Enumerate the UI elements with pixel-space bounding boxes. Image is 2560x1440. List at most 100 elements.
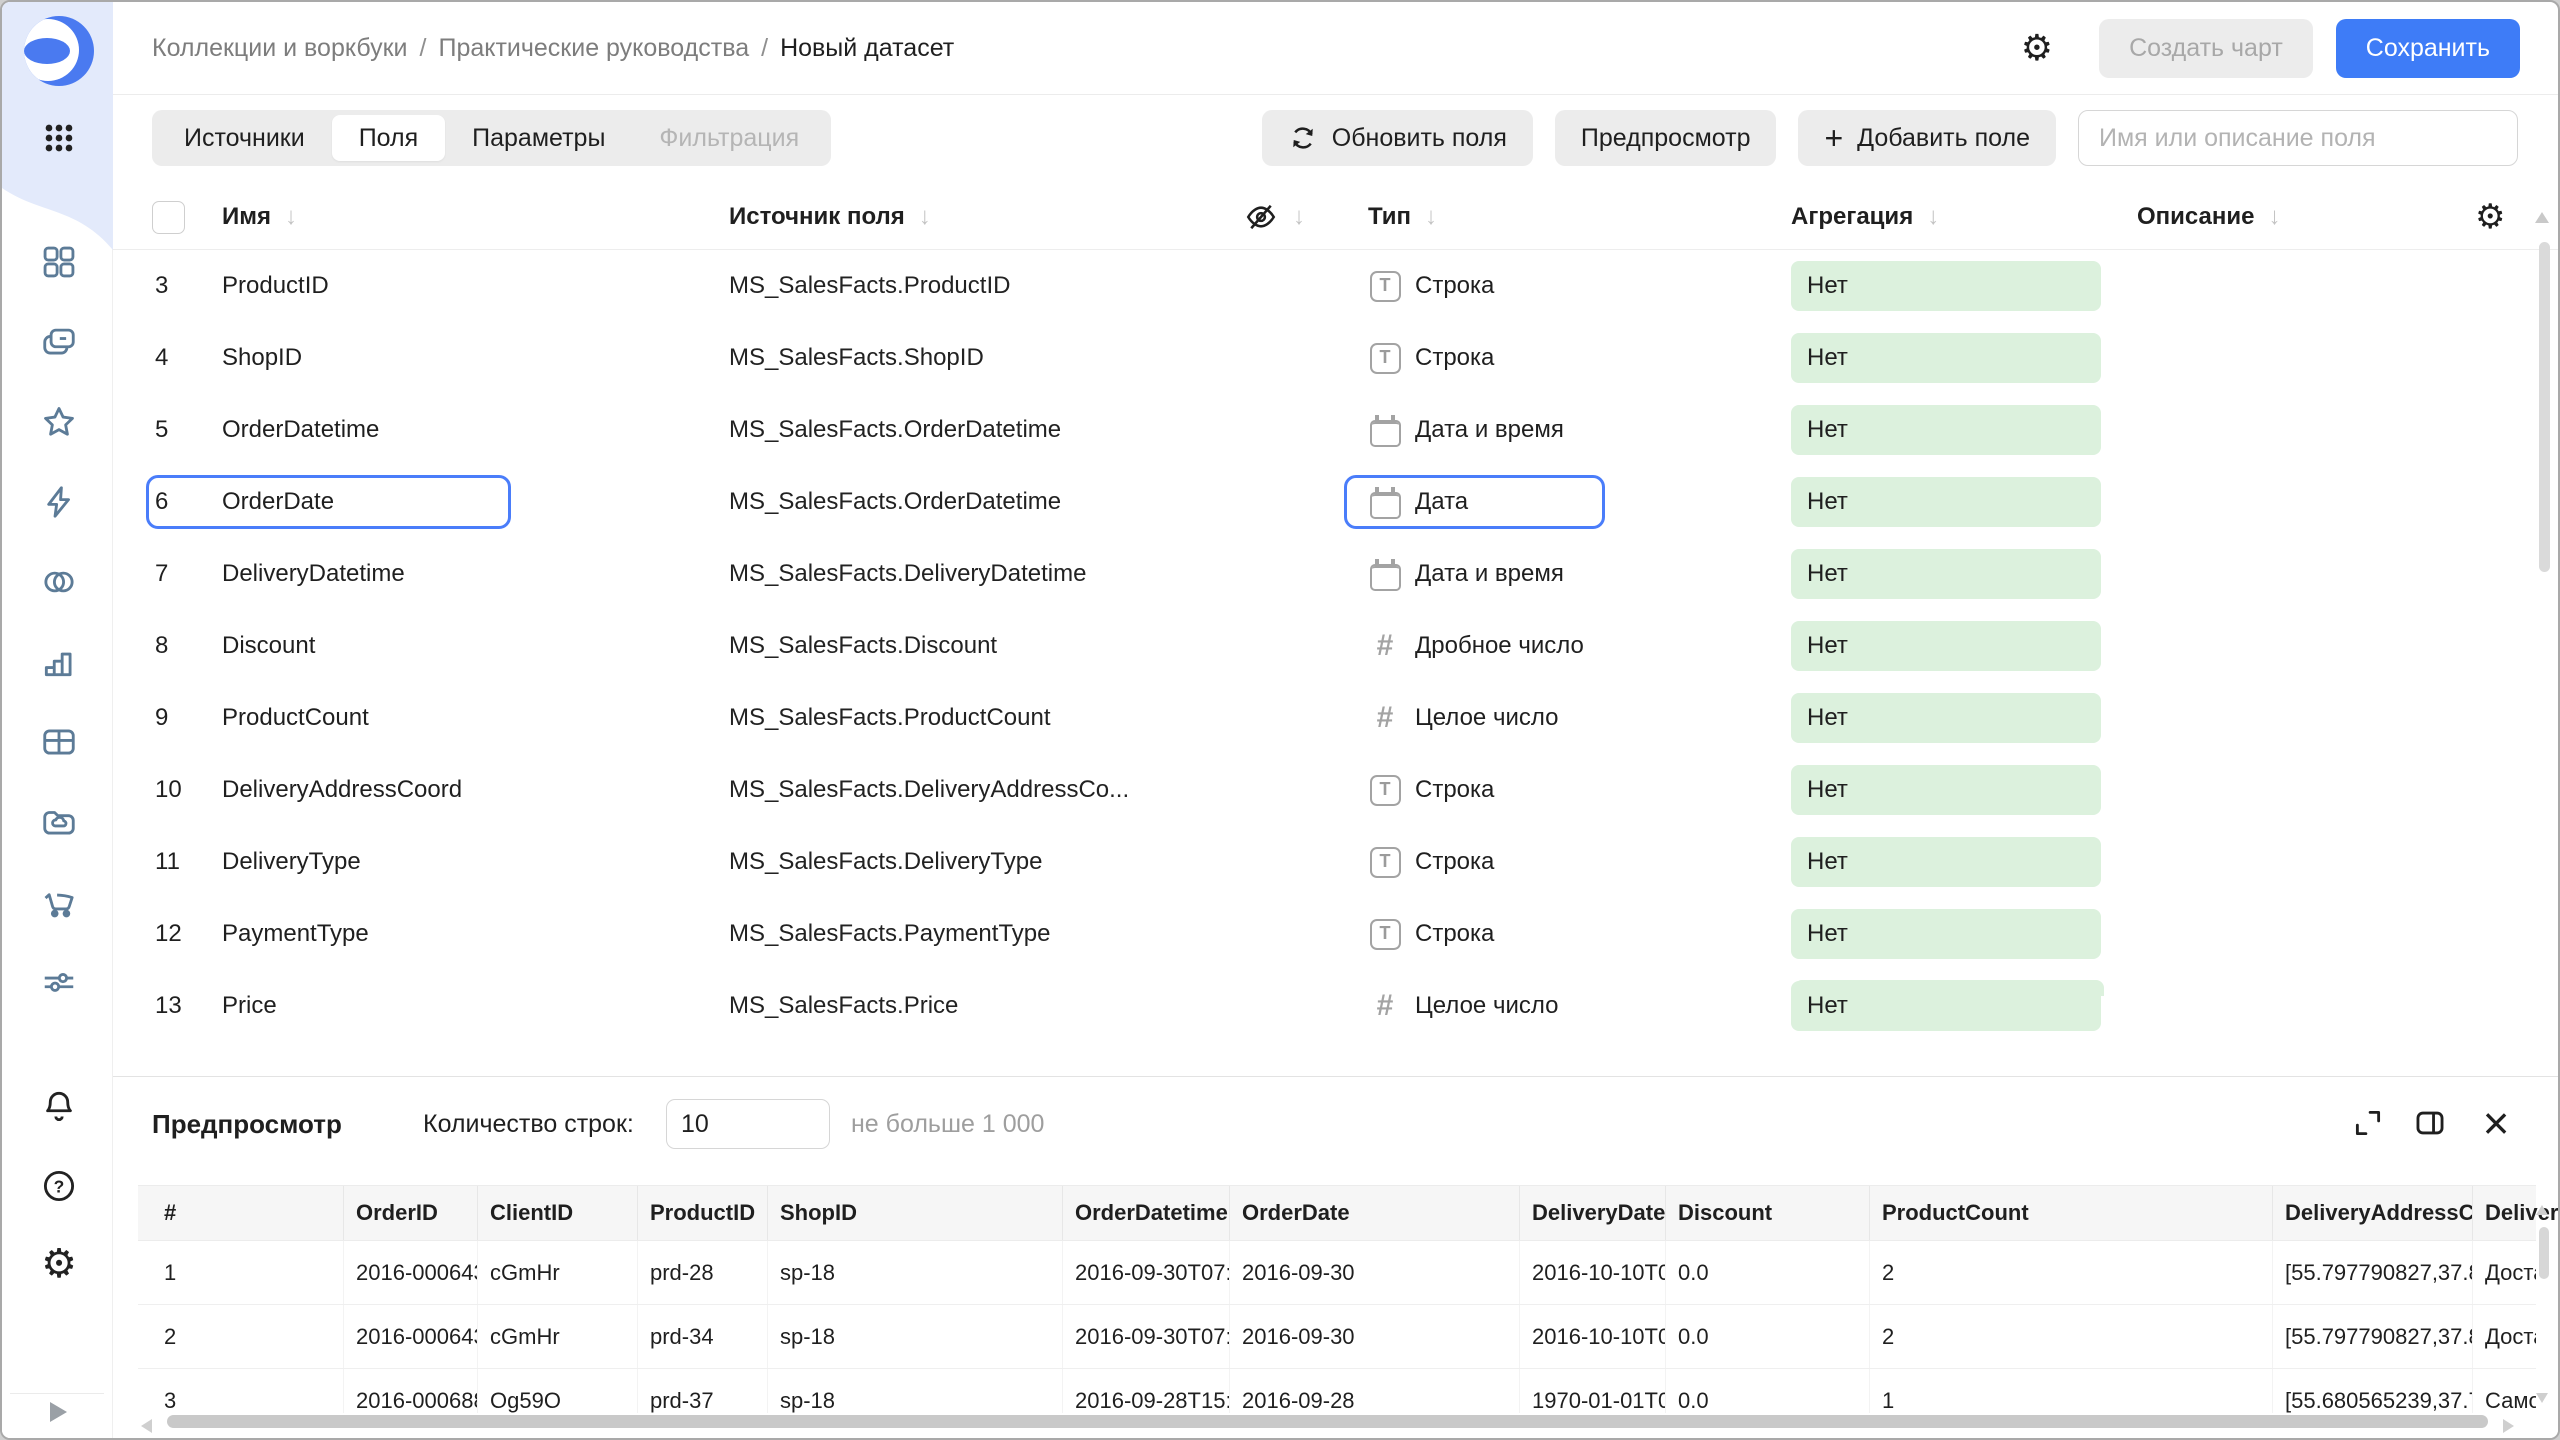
field-type-select[interactable]: Строка	[1344, 259, 1605, 313]
preview-hscroll-thumb[interactable]	[167, 1415, 2488, 1428]
field-name-cell[interactable]: 12 PaymentType	[146, 907, 511, 961]
preview-vscroll-down-icon[interactable]	[2536, 1393, 2548, 1403]
field-type-select[interactable]: Целое число	[1344, 691, 1605, 745]
preview-vscroll-thumb[interactable]	[2539, 1227, 2549, 1279]
field-name-cell[interactable]: 8 Discount	[146, 619, 511, 673]
field-name-cell[interactable]: 7 DeliveryDatetime	[146, 547, 511, 601]
header-source[interactable]: Источник поля ↓	[729, 184, 931, 250]
storage-cloud-folder-icon[interactable]	[39, 802, 79, 842]
breadcrumb-collections[interactable]: Коллекции и воркбуки	[152, 34, 408, 63]
fields-table-body: 3 ProductID MS_SalesFacts.ProductID Стро…	[113, 250, 2558, 1062]
save-button[interactable]: Сохранить	[2336, 19, 2520, 78]
field-type-icon	[1368, 629, 1402, 663]
field-name-cell[interactable]: 5 OrderDatetime	[146, 403, 511, 457]
sort-down-icon: ↓	[1293, 203, 1305, 231]
preview-vscroll-up-icon[interactable]	[2536, 1205, 2548, 1215]
aggregation-select[interactable]: Нет	[1791, 765, 2101, 815]
create-chart-button[interactable]: Создать чарт	[2099, 19, 2313, 78]
preview-column-header: OrderID	[344, 1186, 478, 1240]
field-type-icon	[1368, 557, 1402, 591]
field-name-cell[interactable]: 4 ShopID	[146, 331, 511, 385]
settings-gear-icon[interactable]: ⚙	[39, 1244, 79, 1284]
marketplace-cart-icon[interactable]	[39, 882, 79, 922]
header-name[interactable]: Имя ↓	[222, 184, 297, 250]
preview-split-view-icon[interactable]	[2412, 1105, 2448, 1141]
notifications-bell-icon[interactable]	[39, 1086, 79, 1126]
aggregation-select[interactable]: Нет	[1791, 837, 2101, 887]
field-name-cell[interactable]: 3 ProductID	[146, 259, 511, 313]
aggregation-select[interactable]: Нет	[1791, 549, 2101, 599]
field-index: 9	[155, 704, 222, 732]
field-name-cell[interactable]: 11 DeliveryType	[146, 835, 511, 889]
preview-hscroll-right-icon[interactable]	[2503, 1419, 2514, 1433]
quick-actions-lightning-icon[interactable]	[39, 482, 79, 522]
collections-icon[interactable]	[39, 322, 79, 362]
field-name-cell[interactable]: 9 ProductCount	[146, 691, 511, 745]
field-name-cell[interactable]: 13 Price	[146, 979, 511, 1033]
header-aggregation[interactable]: Агрегация ↓	[1791, 184, 1939, 250]
tab[interactable]: Источники	[157, 115, 332, 161]
help-icon[interactable]: ?	[39, 1166, 79, 1206]
field-type-select[interactable]: Дата и время	[1344, 547, 1605, 601]
rows-count-input[interactable]	[666, 1099, 830, 1149]
preview-column-header: DeliveryAddressCoord	[2273, 1186, 2473, 1240]
refresh-fields-button[interactable]: Обновить поля	[1262, 110, 1533, 166]
field-row: 9 ProductCount MS_SalesFacts.ProductCoun…	[113, 682, 2558, 754]
tab[interactable]: Поля	[332, 115, 445, 161]
refresh-fields-label: Обновить поля	[1332, 124, 1507, 153]
fields-scrollbar-up-icon[interactable]	[2535, 212, 2549, 223]
sort-down-icon: ↓	[919, 203, 931, 231]
preview-cell: [55.797790827,37.824400398]	[2273, 1305, 2473, 1368]
fields-scrollbar-thumb[interactable]	[2539, 242, 2550, 572]
eye-off-icon	[1243, 199, 1279, 235]
preview-expand-icon[interactable]	[2350, 1105, 2386, 1141]
preview-cell: 2016-09-28	[1230, 1369, 1520, 1413]
columns-settings-gear-icon[interactable]: ⚙	[2475, 184, 2505, 250]
charts-bar-icon[interactable]	[39, 642, 79, 682]
field-name: Price	[222, 992, 277, 1020]
preview-toggle-button[interactable]: Предпросмотр	[1555, 110, 1777, 166]
field-type-select[interactable]: Дата и время	[1344, 403, 1605, 457]
header-description[interactable]: Описание ↓	[2137, 184, 2281, 250]
apps-grid-icon[interactable]	[39, 118, 79, 158]
aggregation-select[interactable]: Нет	[1791, 693, 2101, 743]
settings-sliders-icon[interactable]	[39, 962, 79, 1002]
sidebar-expand-icon[interactable]	[50, 1402, 67, 1422]
rows-count-label: Количество строк:	[423, 1077, 634, 1171]
tab[interactable]: Параметры	[445, 115, 632, 161]
field-row: 13 Price MS_SalesFacts.Price Целое число…	[113, 970, 2558, 1042]
field-type-select[interactable]: Строка	[1344, 907, 1605, 961]
field-type-select[interactable]: Целое число	[1344, 979, 1605, 1033]
select-all-checkbox[interactable]	[152, 201, 185, 234]
field-type-select[interactable]: Дата	[1344, 475, 1605, 529]
aggregation-select[interactable]: Нет	[1791, 261, 2101, 311]
datasets-table-icon[interactable]	[39, 722, 79, 762]
field-name-cell[interactable]: 6 OrderDate	[146, 475, 511, 529]
field-name: ProductCount	[222, 704, 369, 732]
datalens-logo[interactable]	[22, 14, 96, 88]
field-type-select[interactable]: Строка	[1344, 331, 1605, 385]
aggregation-select[interactable]: Нет	[1791, 621, 2101, 671]
field-search-input[interactable]	[2078, 110, 2518, 166]
aggregation-select[interactable]: Нет	[1791, 405, 2101, 455]
dashboards-grid-icon[interactable]	[39, 242, 79, 282]
aggregation-select[interactable]: Нет	[1791, 333, 2101, 383]
field-type-icon	[1368, 773, 1402, 807]
field-type-select[interactable]: Строка	[1344, 835, 1605, 889]
preview-hscroll-left-icon[interactable]	[141, 1419, 152, 1433]
preview-close-icon[interactable]: ×	[2478, 1105, 2514, 1141]
field-type-select[interactable]: Строка	[1344, 763, 1605, 817]
add-field-button[interactable]: + Добавить поле	[1798, 110, 2056, 166]
connections-circles-icon[interactable]	[39, 562, 79, 602]
aggregation-select[interactable]: Нет	[1791, 909, 2101, 959]
aggregation-select[interactable]: Нет	[1791, 477, 2101, 527]
field-type-select[interactable]: Дробное число	[1344, 619, 1605, 673]
tab[interactable]: Фильтрация	[632, 115, 826, 161]
toolbar-actions: Обновить поля Предпросмотр + Добавить по…	[1262, 110, 2518, 166]
favorites-star-icon[interactable]	[39, 402, 79, 442]
breadcrumb-workbook[interactable]: Практические руководства	[438, 34, 749, 63]
header-type[interactable]: Тип ↓	[1368, 184, 1437, 250]
field-name-cell[interactable]: 10 DeliveryAddressCoord	[146, 763, 511, 817]
header-hidden[interactable]: ↓	[1243, 184, 1305, 250]
dataset-settings-gear-icon[interactable]: ⚙	[2021, 27, 2053, 69]
